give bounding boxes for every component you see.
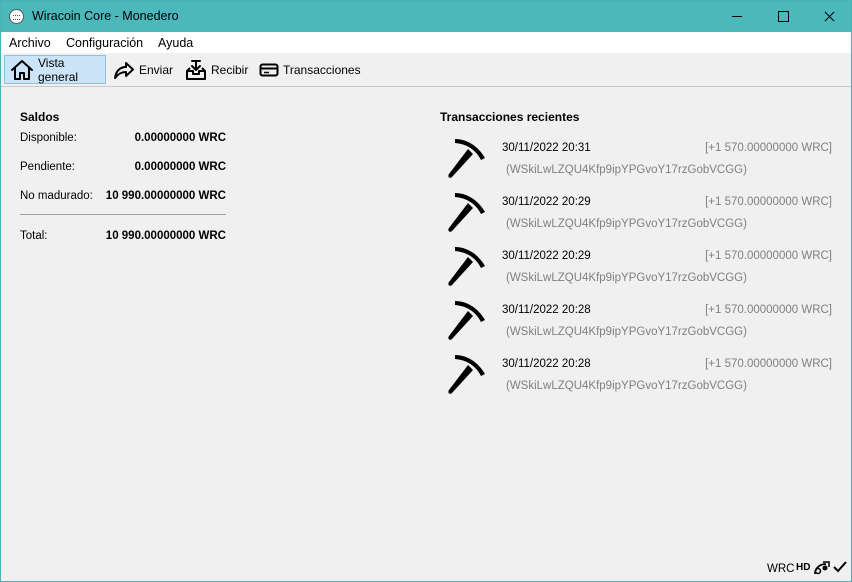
tab-transactions-label: Transacciones — [283, 62, 361, 77]
close-button[interactable] — [806, 1, 852, 32]
transaction-date: 30/11/2022 20:29 — [502, 196, 591, 208]
transaction-address: (WSkiLwLZQU4Kfp9ipYPGvoY17rzGobVCGG) — [506, 380, 747, 392]
pending-label: Pendiente: — [20, 161, 75, 173]
available-value[interactable]: 0.00000000 WRC — [91, 132, 226, 144]
toolbar: Vista general Enviar Recibir Transaccion… — [1, 53, 851, 87]
transaction-item[interactable]: 30/11/2022 20:28 [+1 570.00000000 WRC] (… — [440, 352, 835, 406]
transaction-item[interactable]: 30/11/2022 20:29 [+1 570.00000000 WRC] (… — [440, 244, 835, 298]
transaction-amount: [+1 570.00000000 WRC] — [705, 304, 832, 316]
maximize-button[interactable] — [760, 1, 806, 32]
synced-check-icon — [833, 560, 847, 577]
total-label: Total: — [20, 230, 48, 242]
balances-title: Saldos — [20, 110, 60, 124]
transaction-item[interactable]: 30/11/2022 20:28 [+1 570.00000000 WRC] (… — [440, 298, 835, 352]
transaction-address: (WSkiLwLZQU4Kfp9ipYPGvoY17rzGobVCGG) — [506, 218, 747, 230]
window-title: Wiracoin Core - Monedero — [32, 9, 179, 23]
tab-overview-label: Vista general — [38, 55, 79, 84]
network-activity-icon — [813, 560, 831, 579]
transaction-date: 30/11/2022 20:28 — [502, 358, 591, 370]
card-icon — [259, 62, 279, 78]
pickaxe-icon — [445, 298, 491, 344]
available-label: Disponible: — [20, 132, 77, 144]
transaction-date: 30/11/2022 20:31 — [502, 142, 591, 154]
pickaxe-icon — [445, 244, 491, 290]
tab-receive[interactable]: Recibir — [185, 55, 249, 84]
transaction-date: 30/11/2022 20:29 — [502, 250, 591, 262]
pickaxe-icon — [445, 190, 491, 236]
menu-configuracion[interactable]: Configuración — [66, 36, 143, 50]
tab-send[interactable]: Enviar — [113, 55, 175, 84]
send-arrow-icon — [113, 60, 135, 80]
transaction-item[interactable]: 30/11/2022 20:29 [+1 570.00000000 WRC] (… — [440, 190, 835, 244]
tab-transactions[interactable]: Transacciones — [259, 55, 361, 84]
menu-ayuda[interactable]: Ayuda — [158, 36, 193, 50]
balances-divider — [20, 214, 226, 215]
pickaxe-icon — [445, 352, 491, 398]
immature-label: No madurado: — [20, 190, 93, 202]
pending-value[interactable]: 0.00000000 WRC — [91, 161, 226, 173]
transaction-amount: [+1 570.00000000 WRC] — [705, 250, 832, 262]
menu-bar: Archivo Configuración Ayuda — [1, 32, 851, 53]
menu-archivo[interactable]: Archivo — [9, 36, 51, 50]
hd-wallet-indicator: HD — [796, 562, 811, 573]
transaction-address: (WSkiLwLZQU4Kfp9ipYPGvoY17rzGobVCGG) — [506, 164, 747, 176]
transaction-amount: [+1 570.00000000 WRC] — [705, 358, 832, 370]
unit-selector[interactable]: WRC — [767, 563, 794, 575]
tab-send-label: Enviar — [139, 62, 174, 77]
minimize-button[interactable] — [714, 1, 760, 32]
receive-inbox-icon — [185, 59, 207, 81]
pickaxe-icon — [445, 136, 491, 182]
home-icon — [10, 59, 34, 81]
transaction-address: (WSkiLwLZQU4Kfp9ipYPGvoY17rzGobVCGG) — [506, 326, 747, 338]
transaction-address: (WSkiLwLZQU4Kfp9ipYPGvoY17rzGobVCGG) — [506, 272, 747, 284]
transaction-date: 30/11/2022 20:28 — [502, 304, 591, 316]
immature-value[interactable]: 10 990.00000000 WRC — [91, 190, 226, 202]
title-bar[interactable]: Wiracoin Core - Monedero — [1, 1, 851, 32]
transaction-amount: [+1 570.00000000 WRC] — [705, 196, 832, 208]
recent-transactions-title: Transacciones recientes — [440, 110, 580, 124]
tab-receive-label: Recibir — [211, 62, 249, 77]
transaction-amount: [+1 570.00000000 WRC] — [705, 142, 832, 154]
app-icon — [9, 9, 24, 24]
transaction-item[interactable]: 30/11/2022 20:31 [+1 570.00000000 WRC] (… — [440, 136, 835, 190]
tab-overview[interactable]: Vista general — [4, 55, 106, 84]
main-window: Wiracoin Core - Monedero Archivo Configu… — [0, 0, 852, 582]
total-value[interactable]: 10 990.00000000 WRC — [91, 230, 226, 242]
